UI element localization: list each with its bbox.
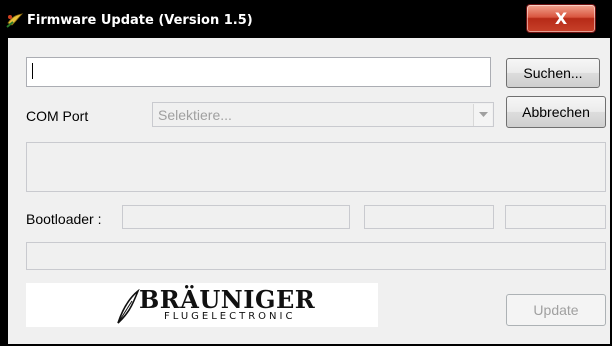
logo-name: BRÄUNIGER	[139, 285, 316, 314]
close-icon: X	[554, 9, 568, 28]
update-button[interactable]: Update	[506, 294, 606, 326]
window-title: Firmware Update (Version 1.5)	[27, 13, 253, 28]
firmware-update-window: Firmware Update (Version 1.5) X Suchen..…	[0, 0, 612, 346]
feather-logo-icon	[117, 289, 140, 324]
bootloader-field-1	[122, 205, 350, 229]
cancel-button[interactable]: Abbrechen	[506, 96, 606, 128]
close-button[interactable]: X	[526, 4, 596, 33]
window-border	[0, 38, 8, 346]
progress-bar	[26, 242, 606, 270]
com-port-select-value: Selektiere...	[158, 107, 232, 123]
com-port-label: COM Port	[26, 108, 89, 124]
chevron-down-icon[interactable]	[473, 104, 492, 126]
status-display	[26, 142, 606, 192]
search-button[interactable]: Suchen...	[506, 58, 600, 88]
logo-tagline: FLUGELECTRONIC	[164, 311, 296, 322]
bootloader-field-2	[364, 205, 494, 229]
bootloader-field-3	[505, 205, 606, 229]
brauniger-logo: BRÄUNIGER FLUGELECTRONIC	[26, 283, 378, 327]
title-bar[interactable]: Firmware Update (Version 1.5) X	[0, 0, 612, 38]
bootloader-label: Bootloader :	[26, 211, 102, 227]
app-icon	[6, 11, 24, 29]
file-path-input[interactable]	[26, 57, 491, 87]
text-caret	[32, 63, 33, 79]
com-port-select[interactable]: Selektiere...	[152, 102, 494, 127]
